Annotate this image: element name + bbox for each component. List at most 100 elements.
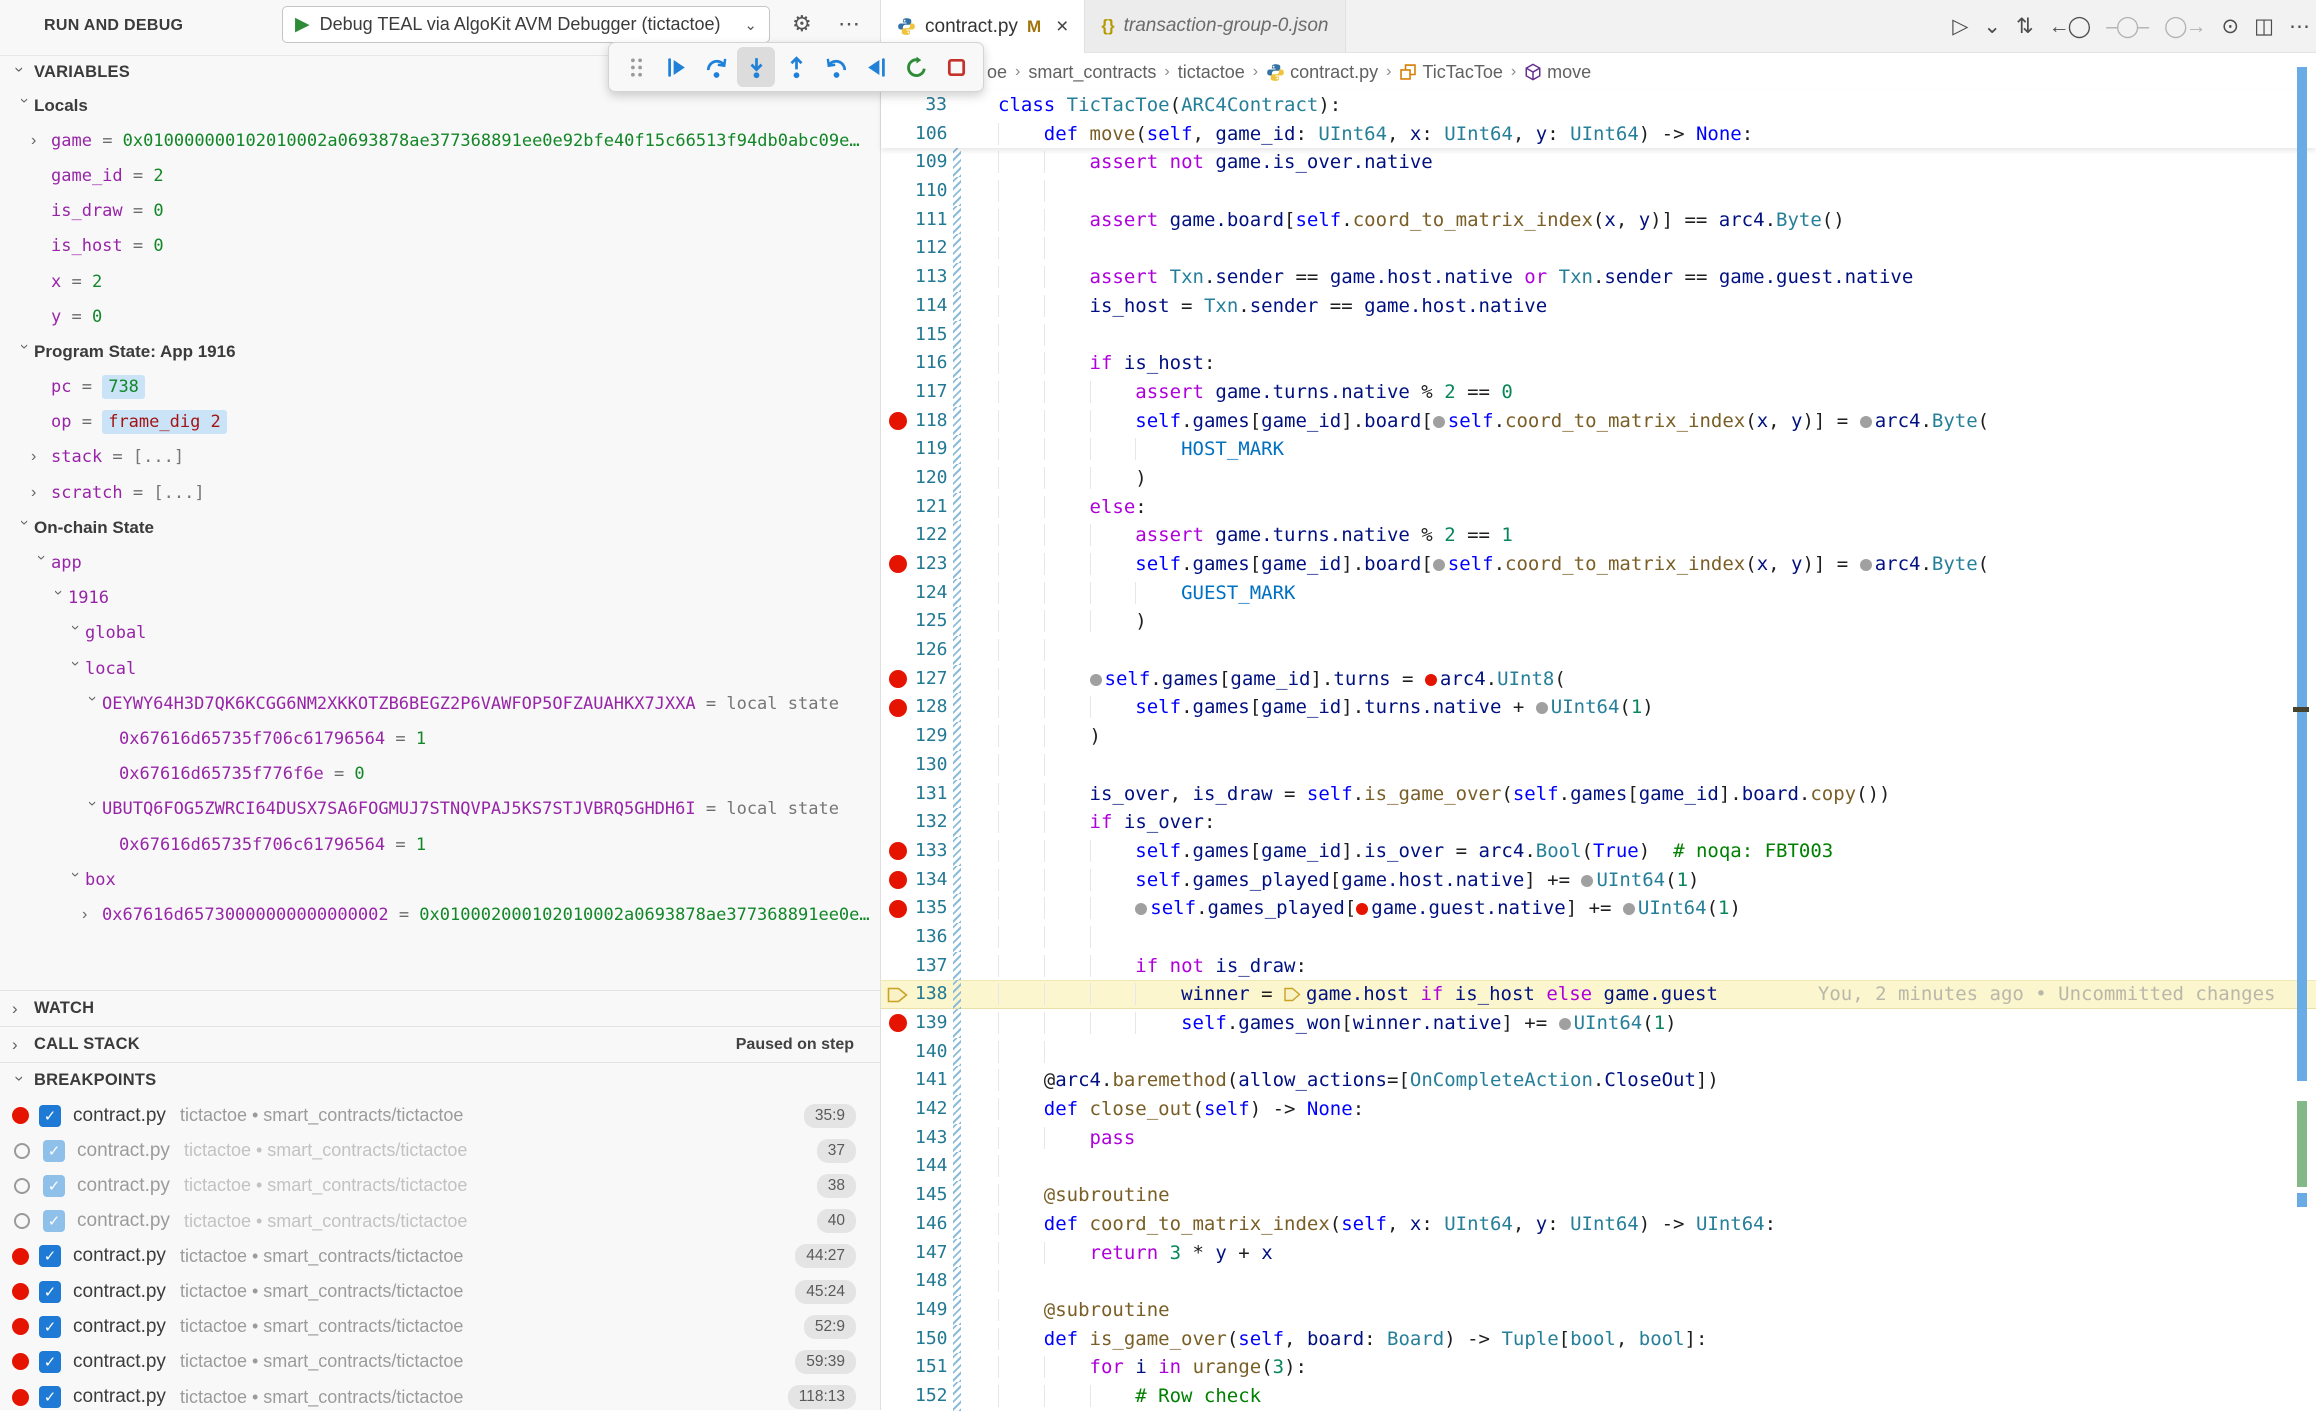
breakpoint-dot[interactable] <box>881 837 915 866</box>
code-line[interactable]: 111 assert game.board[self.coord_to_matr… <box>881 206 2316 235</box>
breakpoint-checkbox[interactable]: ✓ <box>39 1281 61 1303</box>
nav-back-icon[interactable]: ←◯ <box>2049 14 2090 39</box>
twisty-icon[interactable]: › <box>32 555 50 575</box>
code-line[interactable]: 120 ) <box>881 464 2316 493</box>
code-line[interactable]: 144 <box>881 1152 2316 1181</box>
launch-config-dropdown[interactable]: ▶ Debug TEAL via AlgoKit AVM Debugger (t… <box>282 6 770 43</box>
inline-breakpoint-candidate-icon[interactable] <box>1433 416 1445 428</box>
variable-row[interactable]: ›0x67616d65730000000000000002 = 0x010002… <box>0 897 880 932</box>
variable-row[interactable]: 0x67616d65735f706c61796564 = 1 <box>0 721 880 756</box>
more-actions-icon[interactable]: ⋯ <box>838 11 860 37</box>
code-line[interactable]: 139 self.games_won[winner.native] += UIn… <box>881 1009 2316 1038</box>
code-line[interactable]: 152 # Row check <box>881 1382 2316 1411</box>
code-line[interactable]: 125 ) <box>881 607 2316 636</box>
breakpoints-pane-header[interactable]: › BREAKPOINTS <box>0 1062 880 1098</box>
breakpoint-checkbox[interactable]: ✓ <box>39 1245 61 1267</box>
step-back-button[interactable] <box>817 47 855 87</box>
code-line[interactable]: 136 <box>881 923 2316 952</box>
breakpoint-dot[interactable] <box>881 866 915 895</box>
variable-row[interactable]: ›stack = [...] <box>0 440 880 475</box>
breakpoint-row[interactable]: ✓contract.pytictactoe • smart_contracts/… <box>0 1133 880 1168</box>
breakpoint-dot[interactable] <box>881 693 915 722</box>
drag-handle[interactable] <box>617 47 655 87</box>
variable-row[interactable]: ›game = 0x010000000102010002a0693878ae37… <box>0 123 880 158</box>
code-line[interactable]: 146 def coord_to_matrix_index(self, x: U… <box>881 1210 2316 1239</box>
variable-row[interactable]: ›global <box>0 616 880 651</box>
code-line[interactable]: 33class TicTacToe(ARC4Contract): <box>881 91 2316 120</box>
twisty-icon[interactable]: › <box>31 448 51 466</box>
breakpoint-dot[interactable] <box>881 550 915 579</box>
breadcrumb-item-TicTacToe[interactable]: TicTacToe <box>1399 62 1502 83</box>
breadcrumb-item-oe[interactable]: oe <box>987 62 1007 83</box>
breakpoint-checkbox[interactable]: ✓ <box>39 1105 61 1127</box>
source-control-graph-icon[interactable]: ⊙ <box>2222 14 2238 39</box>
code-line[interactable]: 134 self.games_played[game.host.native] … <box>881 866 2316 895</box>
inline-breakpoint-icon[interactable] <box>1356 903 1368 915</box>
code-line[interactable]: 147 return 3 * y + x <box>881 1239 2316 1268</box>
code-line[interactable]: 106 def move(self, game_id: UInt64, x: U… <box>881 120 2316 149</box>
tab-transaction-group-0.json[interactable]: {}transaction-group-0.json <box>1085 0 1345 52</box>
variable-row[interactable]: ›scratch = [...] <box>0 475 880 510</box>
start-debug-icon[interactable]: ▶ <box>295 15 310 34</box>
nav-forward-icon[interactable]: ◯→ <box>2164 14 2205 39</box>
twisty-icon[interactable]: › <box>83 696 101 716</box>
breadcrumb-item-move[interactable]: move <box>1524 62 1591 83</box>
code-line[interactable]: 127 self.games[game_id].turns = arc4.UIn… <box>881 665 2316 694</box>
step-out-button[interactable] <box>777 47 815 87</box>
code-line[interactable]: 121 else: <box>881 493 2316 522</box>
breakpoint-row[interactable]: ✓contract.pytictactoe • smart_contracts/… <box>0 1274 880 1309</box>
step-over-button[interactable] <box>697 47 735 87</box>
inline-breakpoint-candidate-icon[interactable] <box>1860 416 1872 428</box>
code-line[interactable]: 114 is_host = Txn.sender == game.host.na… <box>881 292 2316 321</box>
twisty-icon[interactable]: › <box>66 625 84 645</box>
breakpoint-row[interactable]: ✓contract.pytictactoe • smart_contracts/… <box>0 1168 880 1203</box>
code-line[interactable]: 150 def is_game_over(self, board: Board)… <box>881 1325 2316 1354</box>
twisty-icon[interactable]: › <box>66 872 84 892</box>
twisty-icon[interactable]: › <box>83 801 101 821</box>
inline-breakpoint-candidate-icon[interactable] <box>1860 559 1872 571</box>
breakpoint-row[interactable]: ✓contract.pytictactoe • smart_contracts/… <box>0 1380 880 1411</box>
code-line[interactable]: 145 @subroutine <box>881 1181 2316 1210</box>
breakpoint-checkbox[interactable]: ✓ <box>43 1175 65 1197</box>
code-line[interactable]: 135 self.games_played[game.guest.native]… <box>881 894 2316 923</box>
code-line[interactable]: 138 winner = game.host if is_host else g… <box>881 980 2316 1009</box>
variable-row[interactable]: game_id = 2 <box>0 158 880 193</box>
code-line[interactable]: 142 def close_out(self) -> None: <box>881 1095 2316 1124</box>
code-line[interactable]: 151 for i in urange(3): <box>881 1353 2316 1382</box>
code-line[interactable]: 113 assert Txn.sender == game.host.nativ… <box>881 263 2316 292</box>
code-line[interactable]: 119 HOST_MARK <box>881 435 2316 464</box>
continue-button[interactable] <box>657 47 695 87</box>
twisty-icon[interactable]: › <box>49 590 67 610</box>
variable-row[interactable]: ›box <box>0 862 880 897</box>
restart-button[interactable] <box>897 47 935 87</box>
variable-row[interactable]: pc = 738 <box>0 370 880 405</box>
twisty-icon[interactable]: › <box>66 660 84 680</box>
inline-breakpoint-candidate-icon[interactable] <box>1581 875 1593 887</box>
variable-row[interactable]: ›app <box>0 545 880 580</box>
scope-row[interactable]: ›Program State: App 1916 <box>0 334 880 369</box>
scope-row[interactable]: ›Locals <box>0 88 880 123</box>
code-line[interactable]: 118 self.games[game_id].board[self.coord… <box>881 407 2316 436</box>
breadcrumb-item-contract.py[interactable]: contract.py <box>1266 62 1378 83</box>
split-editor-button[interactable]: ◫ <box>2254 14 2272 39</box>
code-line[interactable]: 137 if not is_draw: <box>881 952 2316 981</box>
step-into-button[interactable] <box>737 47 775 87</box>
variable-row[interactable]: x = 2 <box>0 264 880 299</box>
code-line[interactable]: 116 if is_host: <box>881 349 2316 378</box>
inline-breakpoint-candidate-icon[interactable] <box>1536 702 1548 714</box>
code-line[interactable]: 112 <box>881 234 2316 263</box>
code-line[interactable]: 129 ) <box>881 722 2316 751</box>
breakpoint-dot[interactable] <box>881 665 915 694</box>
inline-breakpoint-candidate-icon[interactable] <box>1433 559 1445 571</box>
swap-transactions-icon[interactable]: ⇅ <box>2016 14 2032 39</box>
inline-breakpoint-candidate-icon[interactable] <box>1090 674 1102 686</box>
variable-row[interactable]: ›1916 <box>0 581 880 616</box>
variable-row[interactable]: is_draw = 0 <box>0 194 880 229</box>
code-line[interactable]: 128 self.games[game_id].turns.native + U… <box>881 693 2316 722</box>
run-button[interactable]: ▷ <box>1952 14 1966 39</box>
scope-row[interactable]: ›On-chain State <box>0 510 880 545</box>
code-line[interactable]: 133 self.games[game_id].is_over = arc4.B… <box>881 837 2316 866</box>
code-line[interactable]: 109 assert not game.is_over.native <box>881 148 2316 177</box>
variable-row[interactable]: ›UBUTQ6FOG5ZWRCI64DUSX7SA6FOGMUJ7STNQVPA… <box>0 792 880 827</box>
breakpoint-dot[interactable] <box>881 407 915 436</box>
